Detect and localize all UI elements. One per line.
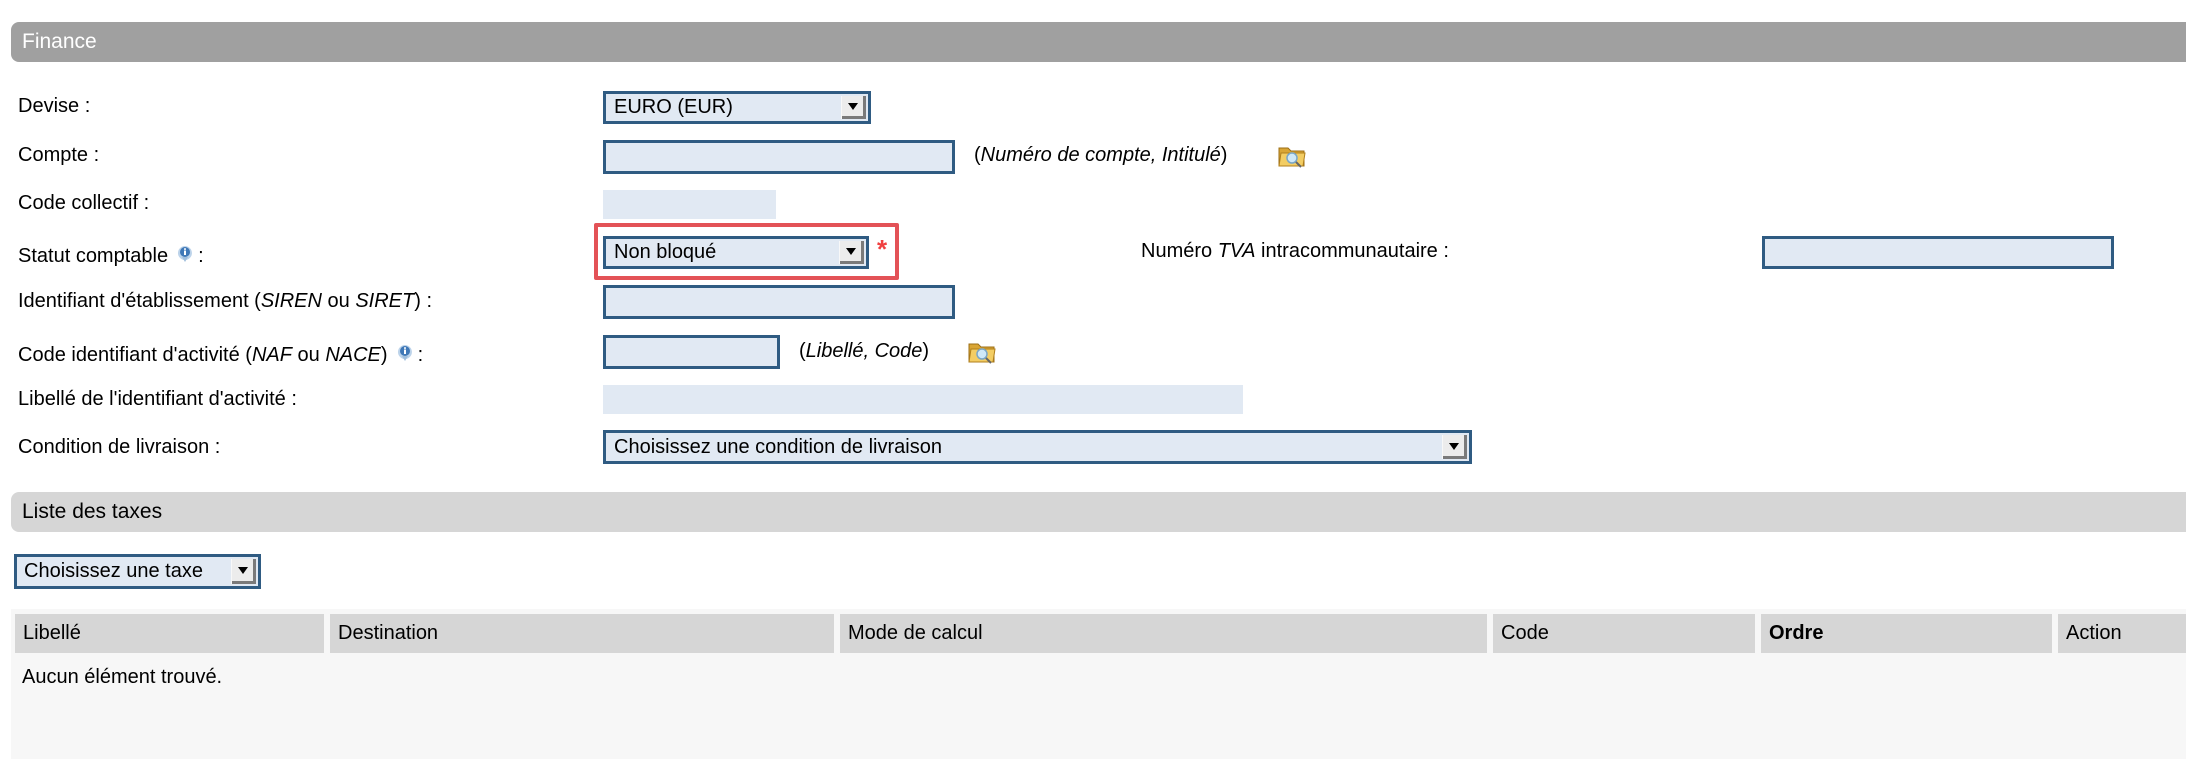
code-activite-input[interactable] [603, 335, 780, 369]
statut-comptable-select-value: Non bloqué [614, 241, 717, 263]
taxes-section-header: Liste des taxes [11, 492, 2186, 532]
chevron-down-icon[interactable] [839, 241, 864, 264]
code-activite-hint: (Libellé, Code) [799, 340, 930, 362]
finance-section-header: Finance [11, 22, 2186, 62]
chevron-down-icon[interactable] [1442, 435, 1467, 459]
libelle-activite-readonly-field [603, 385, 1243, 414]
devise-label: Devise : [18, 95, 91, 117]
code-collectif-label: Code collectif : [18, 192, 150, 214]
column-header-libelle[interactable]: Libellé [15, 614, 324, 653]
tva-label: Numéro TVA intracommunautaire : [1141, 240, 1449, 262]
required-star-icon: * [877, 234, 888, 264]
info-icon[interactable] [176, 245, 194, 263]
condition-livraison-select-value: Choisissez une condition de livraison [614, 435, 942, 458]
folder-search-icon[interactable] [967, 339, 997, 365]
column-header-code[interactable]: Code [1493, 614, 1755, 653]
empty-table-message: Aucun élément trouvé. [22, 666, 223, 688]
devise-select-value: EURO (EUR) [614, 96, 733, 118]
column-header-mode-de-calcul[interactable]: Mode de calcul [840, 614, 1487, 653]
column-header-ordre[interactable]: Ordre [1761, 614, 2052, 653]
chevron-down-icon[interactable] [841, 96, 866, 119]
column-header-destination[interactable]: Destination [330, 614, 834, 653]
code-collectif-readonly-field [603, 190, 776, 219]
condition-livraison-label: Condition de livraison : [18, 436, 221, 458]
taxe-select-value: Choisissez une taxe [24, 560, 203, 582]
condition-livraison-select[interactable]: Choisissez une condition de livraison [603, 430, 1472, 464]
info-icon[interactable] [396, 344, 414, 362]
compte-input[interactable] [603, 140, 955, 174]
identifiant-input[interactable] [603, 285, 955, 319]
compte-hint: (Numéro de compte, Intitulé) [974, 144, 1228, 166]
statut-comptable-label: Statut comptable : [18, 245, 204, 267]
tva-input[interactable] [1762, 236, 2114, 269]
taxes-table: Libellé Destination Mode de calcul Code … [11, 609, 2186, 759]
compte-label: Compte : [18, 144, 100, 166]
identifiant-label: Identifiant d'établissement (SIREN ou SI… [18, 290, 433, 312]
libelle-activite-label: Libellé de l'identifiant d'activité : [18, 388, 297, 410]
finance-section-title: Finance [22, 30, 97, 53]
chevron-down-icon[interactable] [231, 559, 256, 584]
statut-comptable-select[interactable]: Non bloqué [603, 236, 869, 269]
code-activite-label: Code identifiant d'activité (NAF ou NACE… [18, 344, 424, 366]
taxe-select[interactable]: Choisissez une taxe [14, 554, 261, 589]
taxes-section-title: Liste des taxes [22, 500, 163, 523]
folder-search-icon[interactable] [1277, 143, 1307, 169]
column-header-action: Action [2058, 614, 2186, 653]
devise-select[interactable]: EURO (EUR) [603, 91, 871, 124]
